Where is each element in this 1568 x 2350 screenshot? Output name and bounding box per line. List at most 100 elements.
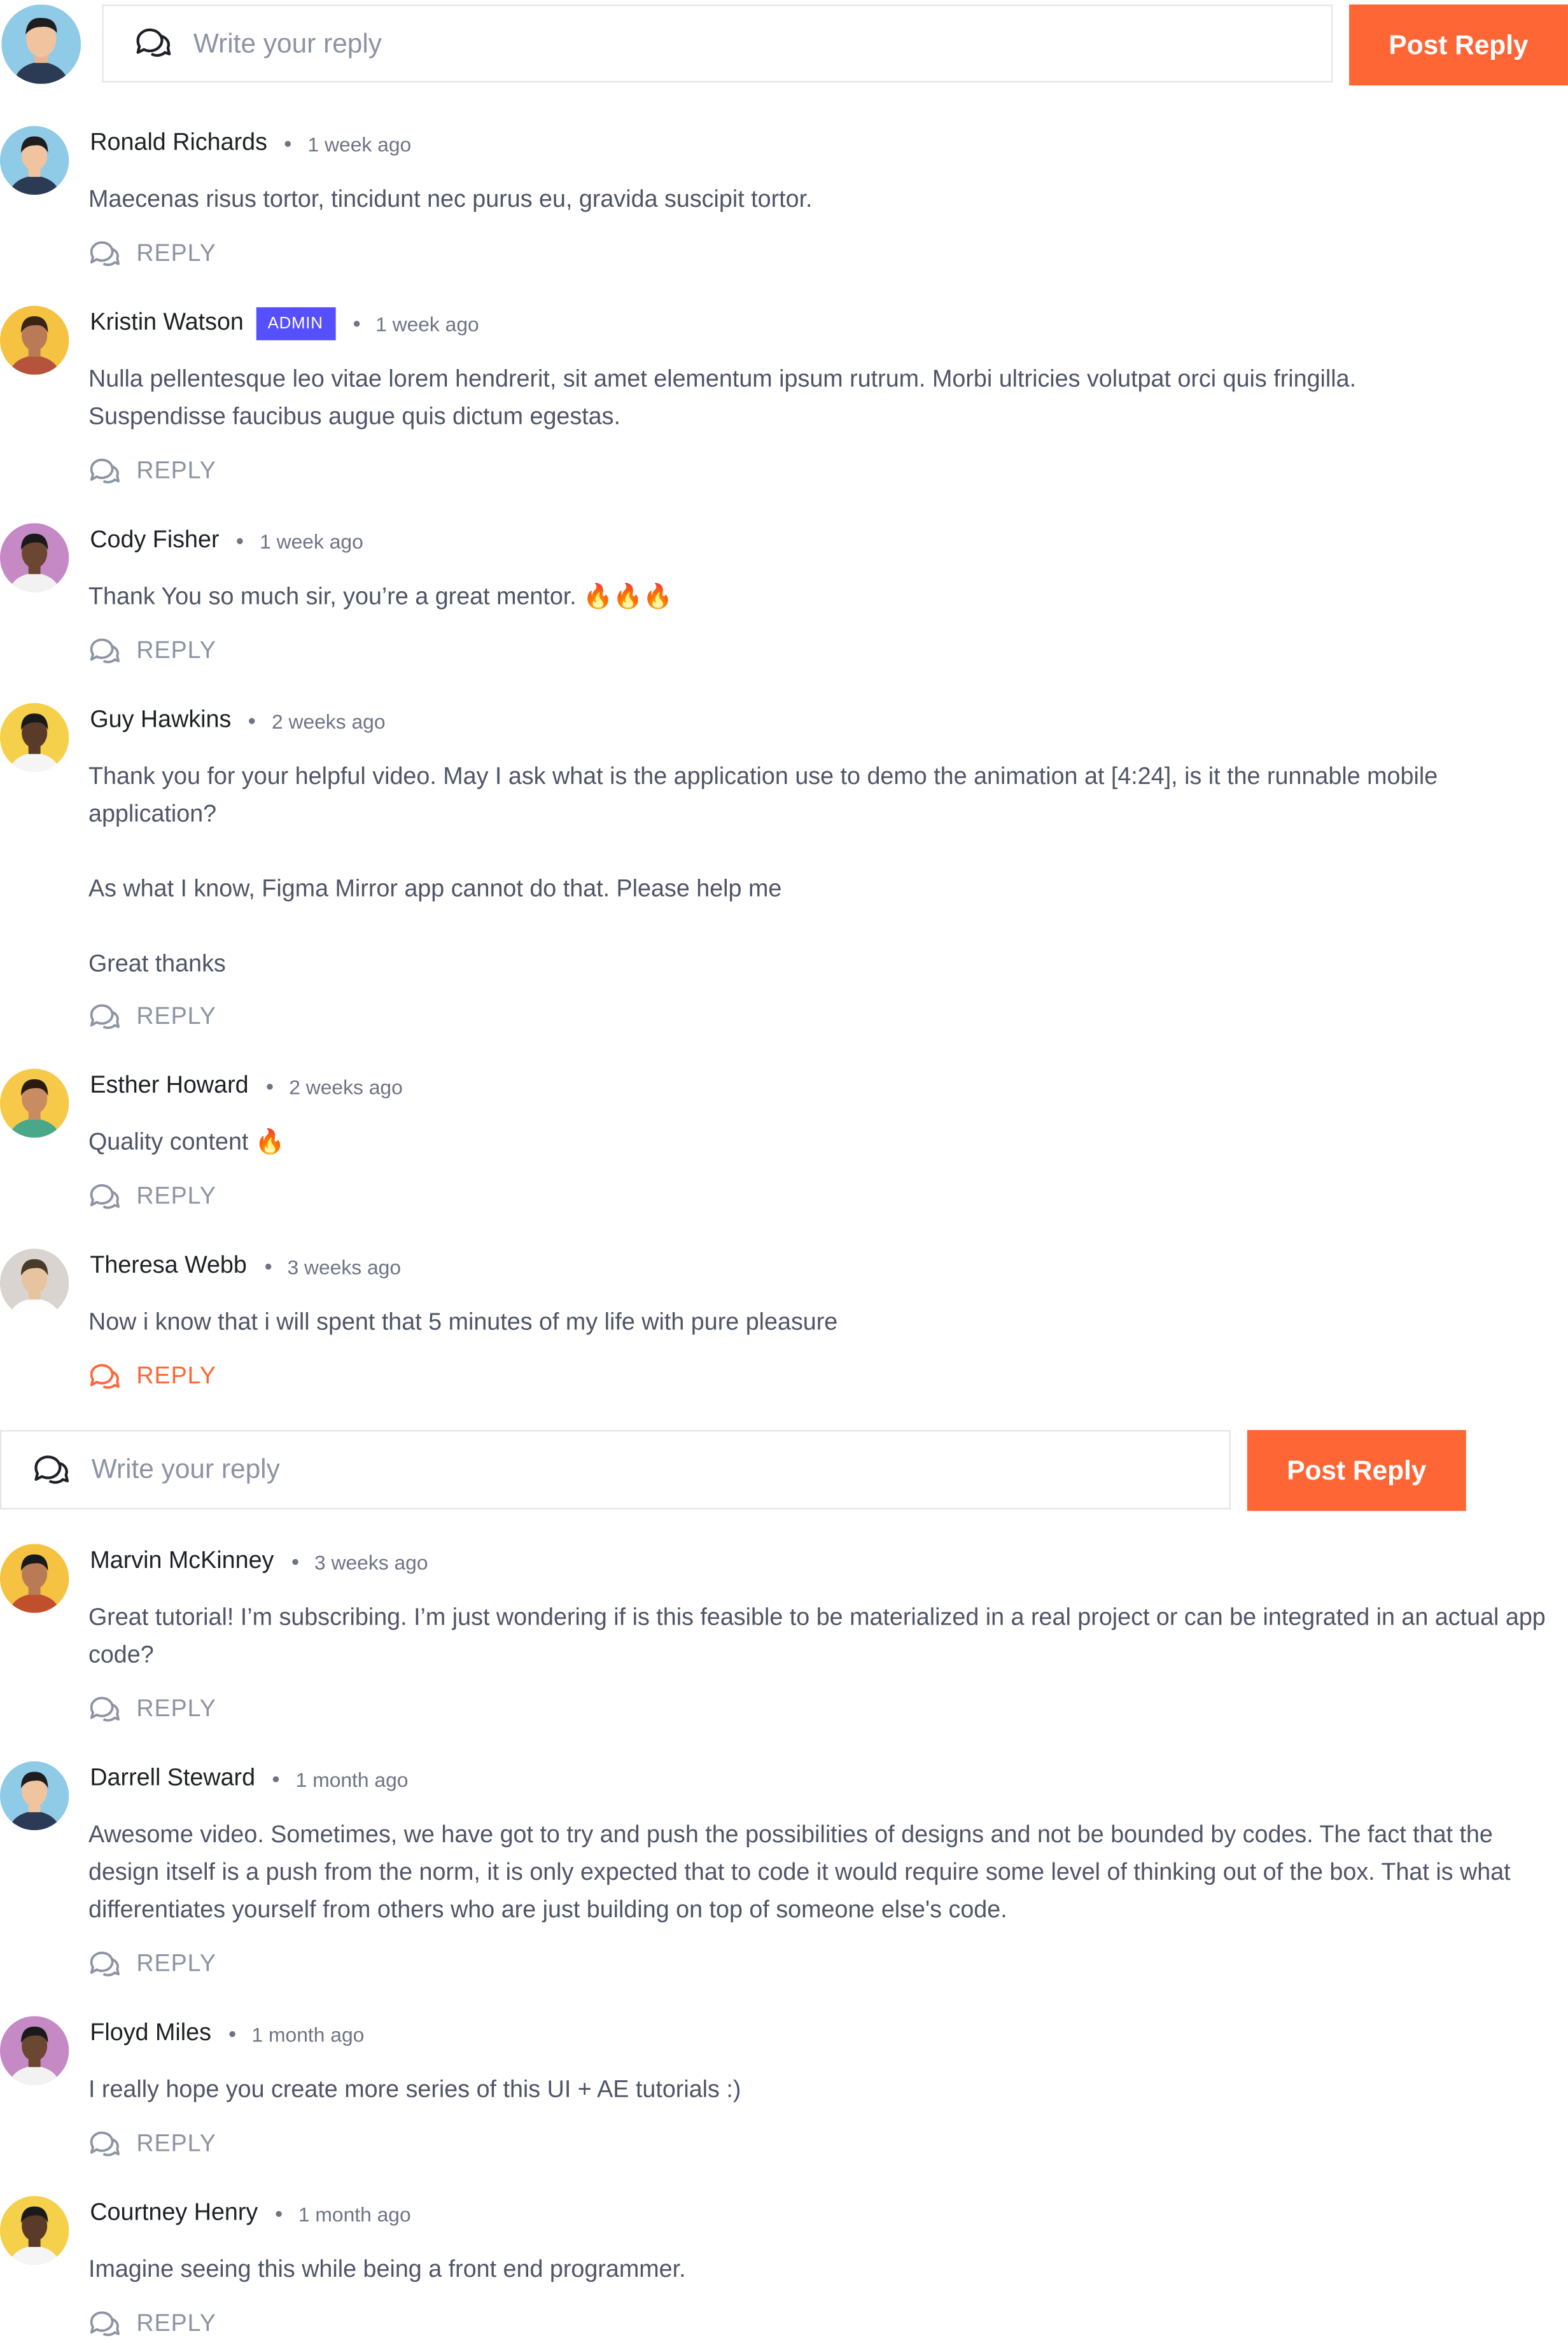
reply-label: REPLY (136, 1696, 216, 1723)
comment-header: Floyd Miles 1 month ago (90, 2016, 364, 2052)
separator-dot (266, 1084, 273, 1090)
comment-time: 3 weeks ago (314, 1550, 428, 1574)
reply-icon (90, 1696, 120, 1722)
reply-link[interactable]: REPLY (88, 1180, 216, 1216)
comment-time: 2 weeks ago (271, 710, 386, 732)
separator-dot (285, 141, 291, 147)
comment-author[interactable]: Marvin McKinney (90, 1548, 274, 1575)
comment-header: Ronald Richards 1 week ago (90, 126, 411, 162)
reply-link[interactable]: REPLY (88, 1360, 216, 1396)
comment-author[interactable]: Ronald Richards (90, 130, 267, 157)
reply-icon (90, 458, 120, 484)
reply-icon (90, 2131, 120, 2157)
comment-header: Darrell Steward 1 month ago (90, 1761, 408, 1798)
comment-author[interactable]: Courtney Henry (90, 2200, 258, 2227)
reply-label: REPLY (136, 1364, 216, 1390)
comment-author[interactable]: Darrell Steward (90, 1766, 255, 1793)
comment-author[interactable]: Esther Howard (90, 1074, 248, 1100)
reply-link[interactable]: REPLY (88, 454, 216, 491)
comment-time: 1 month ago (251, 2022, 365, 2046)
comment-body: Maecenas risus tortor, tincidunt nec pur… (88, 181, 1565, 219)
reply-icon (90, 638, 120, 664)
separator-dot (229, 2031, 235, 2038)
comment-text: Nulla pellentesque leo vitae lorem hendr… (88, 367, 1357, 431)
reply-link[interactable]: REPLY (88, 634, 216, 670)
comment-text: I really hope you create more series of … (88, 2077, 741, 2103)
post-reply-button[interactable]: Post Reply (1349, 4, 1568, 86)
comment-time: 2 weeks ago (289, 1075, 403, 1098)
reply-label: REPLY (136, 2311, 216, 2337)
comment-header: Esther Howard 2 weeks ago (90, 1069, 402, 1105)
reply-link[interactable]: REPLY (88, 237, 216, 273)
separator-dot (237, 538, 244, 545)
comment-author[interactable]: Kristin Watson (90, 311, 244, 337)
reply-label: REPLY (136, 241, 216, 267)
avatar (0, 523, 69, 592)
avatar (0, 1068, 69, 1138)
reply-input-placeholder: Write your reply (193, 27, 382, 58)
avatar (0, 703, 69, 773)
separator-dot (291, 1558, 298, 1565)
reply-link[interactable]: REPLY (88, 1692, 216, 1728)
separator-dot (265, 1263, 271, 1270)
comment-time: 1 week ago (375, 312, 479, 335)
comment-header: Marvin McKinney 3 weeks ago (90, 1544, 428, 1580)
comment-author[interactable]: Guy Hawkins (90, 708, 231, 734)
comment-text: Now i know that i will spent that 5 minu… (88, 1310, 838, 1336)
comment-body: Nulla pellentesque leo vitae lorem hendr… (88, 361, 1565, 437)
comment-text: Maecenas risus tortor, tincidunt nec pur… (88, 187, 813, 213)
comment-body: Awesome video. Sometimes, we have got to… (88, 1817, 1565, 1929)
comment-text: Awesome video. Sometimes, we have got to… (88, 1822, 1511, 1924)
comment-body: Imagine seeing this while being a front … (88, 2251, 1565, 2289)
reply-label: REPLY (136, 1184, 216, 1210)
reply-link[interactable]: REPLY (88, 1947, 216, 1983)
reply-icon (90, 1364, 120, 1389)
comment-text: Great tutorial! I’m subscribing. I’m jus… (88, 1605, 1546, 1668)
avatar (0, 1761, 69, 1831)
reply-label: REPLY (136, 2131, 216, 2157)
reply-icon (90, 241, 120, 267)
comment-header: Cody Fisher 1 week ago (90, 523, 363, 559)
comment-body: Now i know that i will spent that 5 minu… (88, 1304, 1565, 1341)
reply-link[interactable]: REPLY (88, 2307, 216, 2343)
comment-text: Imagine seeing this while being a front … (88, 2257, 686, 2283)
separator-dot (353, 321, 360, 327)
comment-body: I really hope you create more series of … (88, 2071, 1565, 2109)
reply-label: REPLY (136, 1951, 216, 1978)
avatar (0, 125, 69, 195)
reply-label: REPLY (136, 638, 216, 664)
reply-link[interactable]: REPLY (88, 2127, 216, 2164)
inline-post-reply-button[interactable]: Post Reply (1247, 1430, 1466, 1511)
inline-reply-placeholder: Write your reply (91, 1453, 280, 1485)
comment-header: Guy Hawkins 2 weeks ago (90, 703, 385, 739)
inline-reply-input[interactable]: Write your reply (0, 1430, 1231, 1510)
comments-icon (34, 1455, 69, 1483)
avatar (0, 1544, 69, 1613)
comment-author[interactable]: Cody Fisher (90, 528, 219, 554)
comment-text: Thank you for your helpful video. May I … (88, 764, 1438, 977)
separator-dot (249, 718, 256, 724)
reply-label: REPLY (136, 1004, 216, 1030)
reply-label: REPLY (136, 458, 216, 484)
current-user-avatar (1, 4, 81, 84)
comment-header: Kristin Watson ADMIN 1 week ago (90, 306, 479, 342)
reply-input[interactable]: Write your reply (102, 4, 1333, 83)
comment-author[interactable]: Floyd Miles (90, 2020, 211, 2047)
separator-dot (273, 1776, 279, 1782)
avatar (0, 305, 69, 375)
avatar (0, 2016, 69, 2085)
avatar (0, 1248, 69, 1318)
comment-time: 1 month ago (295, 1768, 409, 1791)
comment-time: 1 week ago (307, 132, 412, 155)
comment-time: 3 weeks ago (287, 1255, 402, 1278)
comment-text: Quality content 🔥 (88, 1130, 285, 1156)
reply-link[interactable]: REPLY (88, 1000, 216, 1036)
comment-header: Courtney Henry 1 month ago (90, 2196, 410, 2232)
comment-body: Thank You so much sir, you’re a great me… (88, 578, 1565, 616)
comment-author[interactable]: Theresa Webb (90, 1253, 247, 1280)
comment-time: 1 month ago (298, 2202, 411, 2225)
comments-icon (136, 28, 171, 57)
reply-icon (90, 1184, 120, 1209)
reply-icon (90, 1004, 120, 1030)
separator-dot (276, 2211, 282, 2217)
